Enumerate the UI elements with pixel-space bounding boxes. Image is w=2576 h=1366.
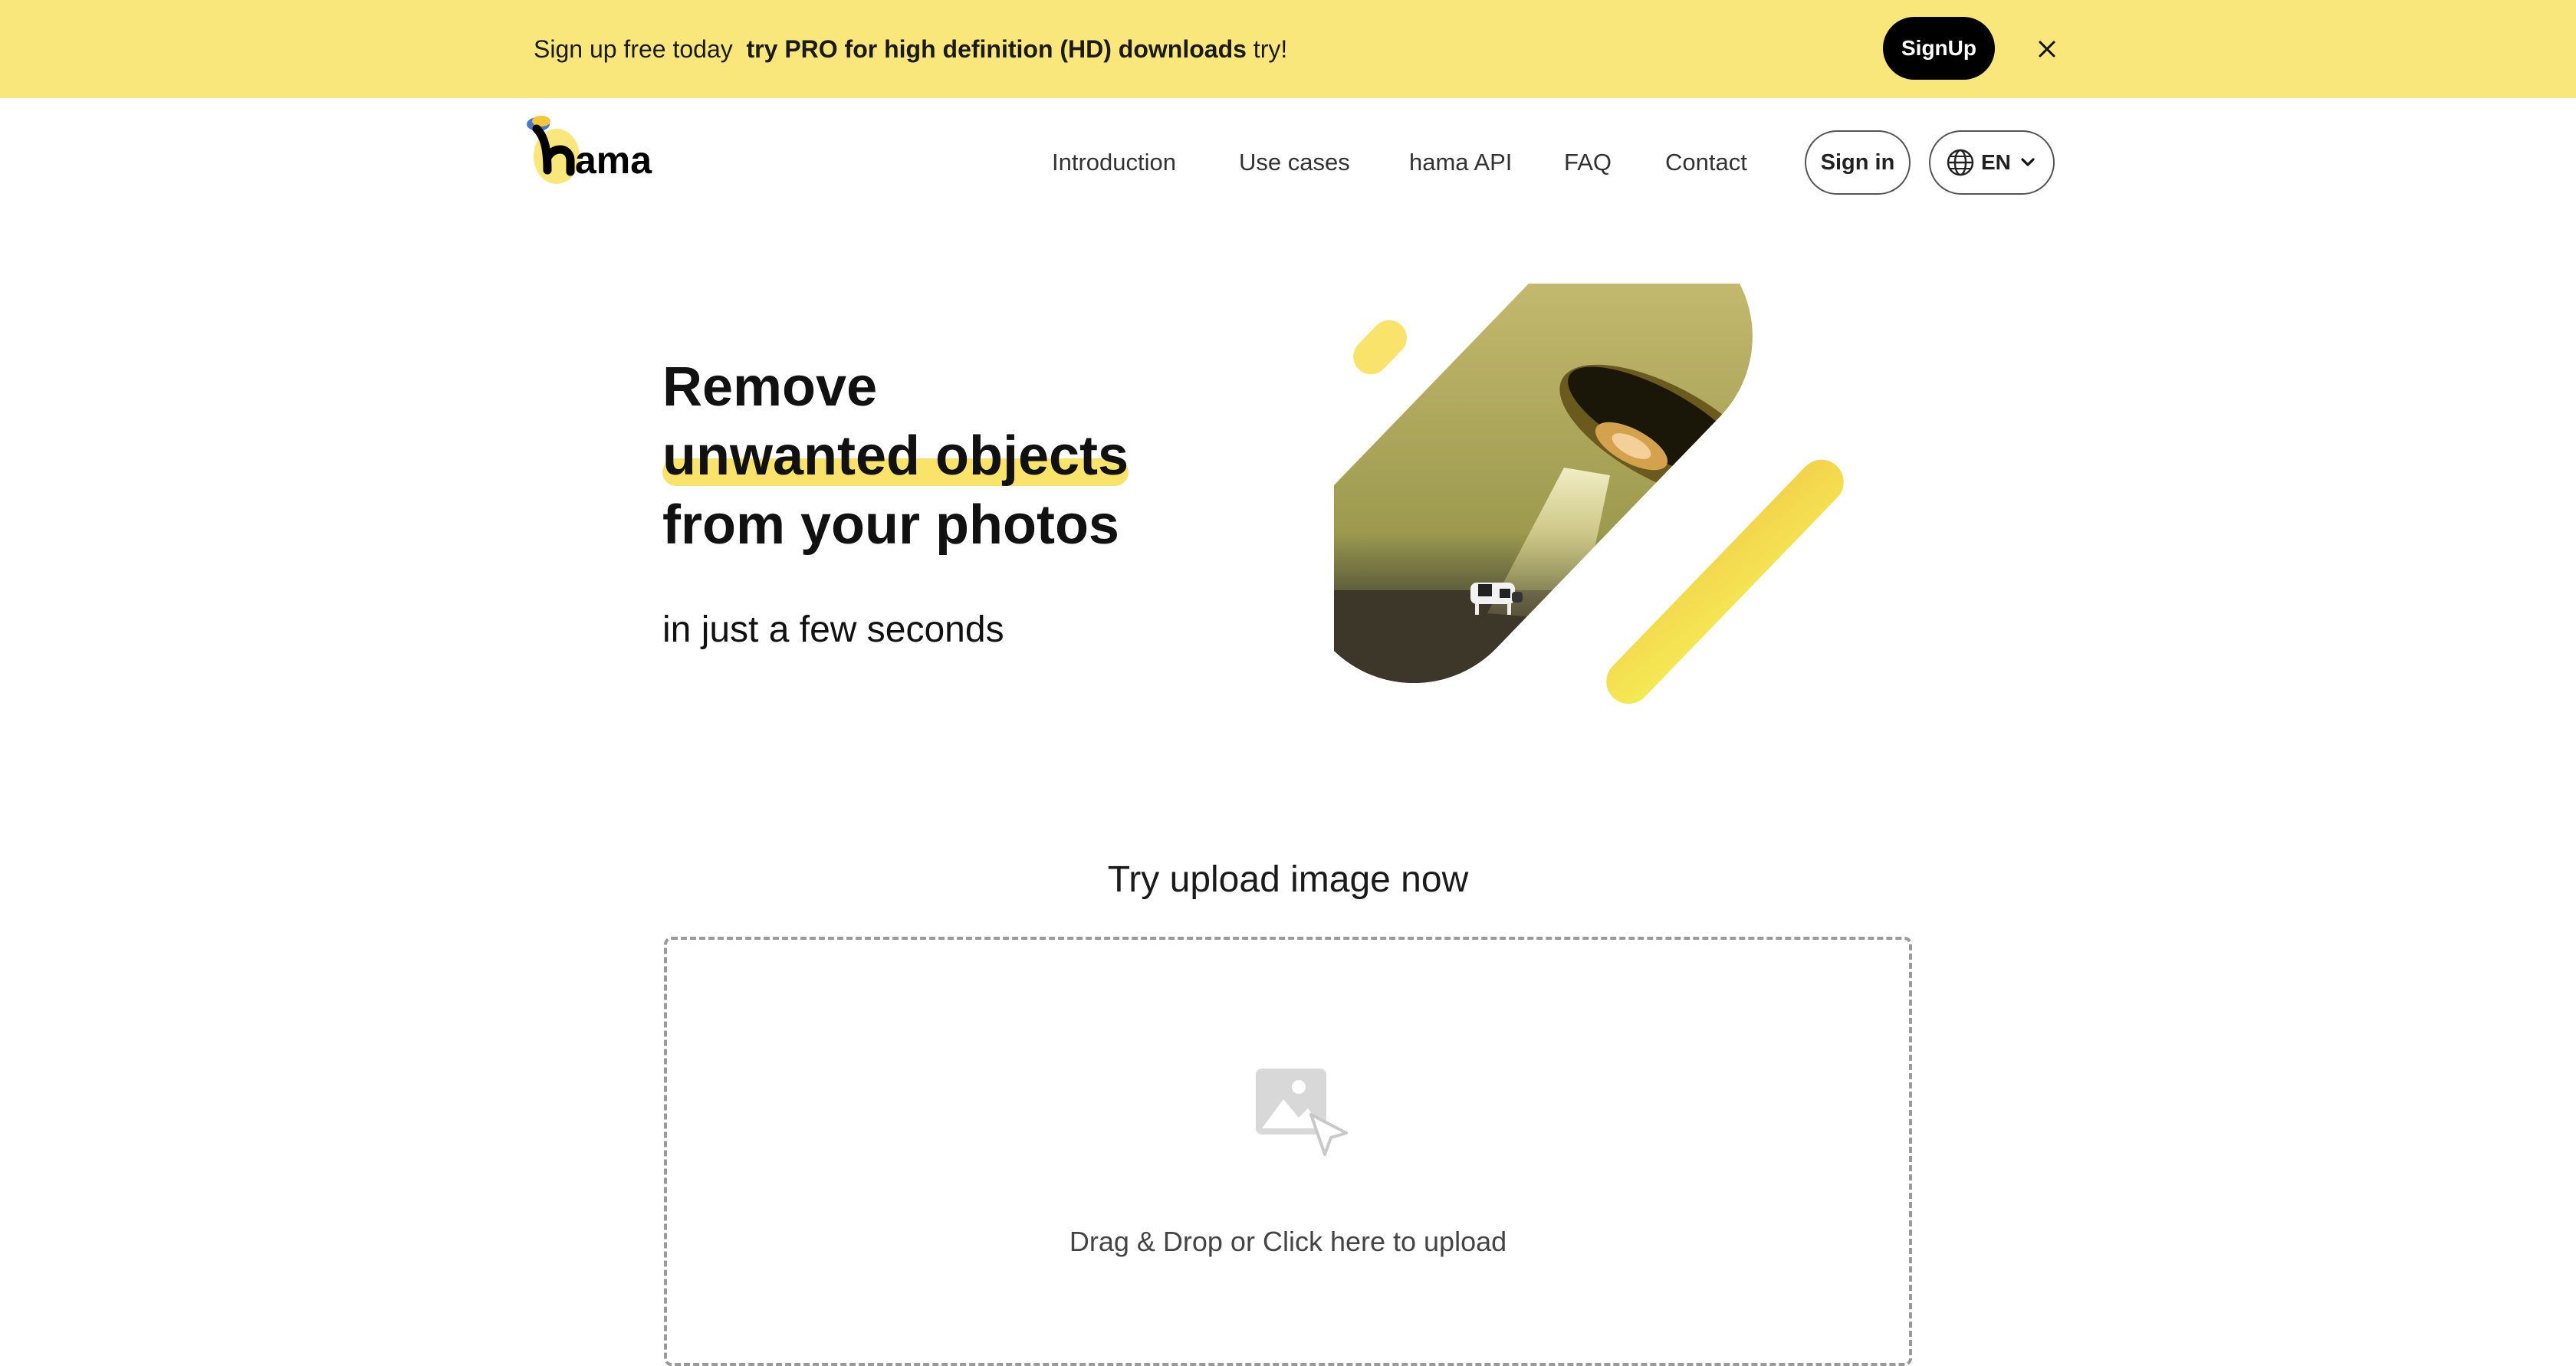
nav-introduction[interactable]: Introduction — [1052, 146, 1176, 179]
hero-title-line1: Remove — [662, 356, 878, 418]
nav-faq[interactable]: FAQ — [1564, 146, 1612, 179]
sign-in-button[interactable]: Sign in — [1805, 130, 1911, 195]
language-code: EN — [1981, 150, 2011, 174]
promo-text: Sign up free today try PRO for high defi… — [534, 32, 1287, 66]
promo-banner: Sign up free today try PRO for high defi… — [0, 0, 2576, 98]
hero-title-line3: from your photos — [662, 494, 1119, 556]
hero-title-line2: unwanted objects — [662, 425, 1129, 487]
close-icon[interactable] — [2032, 34, 2062, 64]
promo-signup-button[interactable]: SignUp — [1883, 17, 1995, 80]
promo-lead: Sign up free today — [534, 35, 733, 63]
hama-logo[interactable]: ama — [521, 112, 675, 192]
nav-use-cases[interactable]: Use cases — [1239, 146, 1350, 179]
hero-illustration — [1334, 284, 1917, 736]
language-select[interactable]: EN — [1929, 130, 2055, 195]
chevron-down-icon — [2018, 153, 2038, 172]
hero-title-highlight: unwanted objects — [662, 422, 1129, 491]
nav-contact[interactable]: Contact — [1665, 146, 1747, 179]
image-upload-icon — [1251, 1062, 1352, 1164]
upload-dropzone[interactable]: Drag & Drop or Click here to upload — [664, 937, 1912, 1366]
svg-text:ama: ama — [575, 139, 652, 182]
hero-title: Remove unwanted objects from your photos — [662, 353, 1129, 560]
promo-bold: try PRO for high definition (HD) downloa… — [746, 35, 1247, 63]
hero-subtitle: in just a few seconds — [662, 609, 1004, 650]
nav-hama-api[interactable]: hama API — [1409, 146, 1512, 179]
upload-prompt: Drag & Drop or Click here to upload — [1069, 1226, 1507, 1257]
promo-tail: try! — [1253, 35, 1288, 63]
globe-icon — [1946, 148, 1975, 177]
upload-heading: Try upload image now — [1107, 859, 1469, 900]
